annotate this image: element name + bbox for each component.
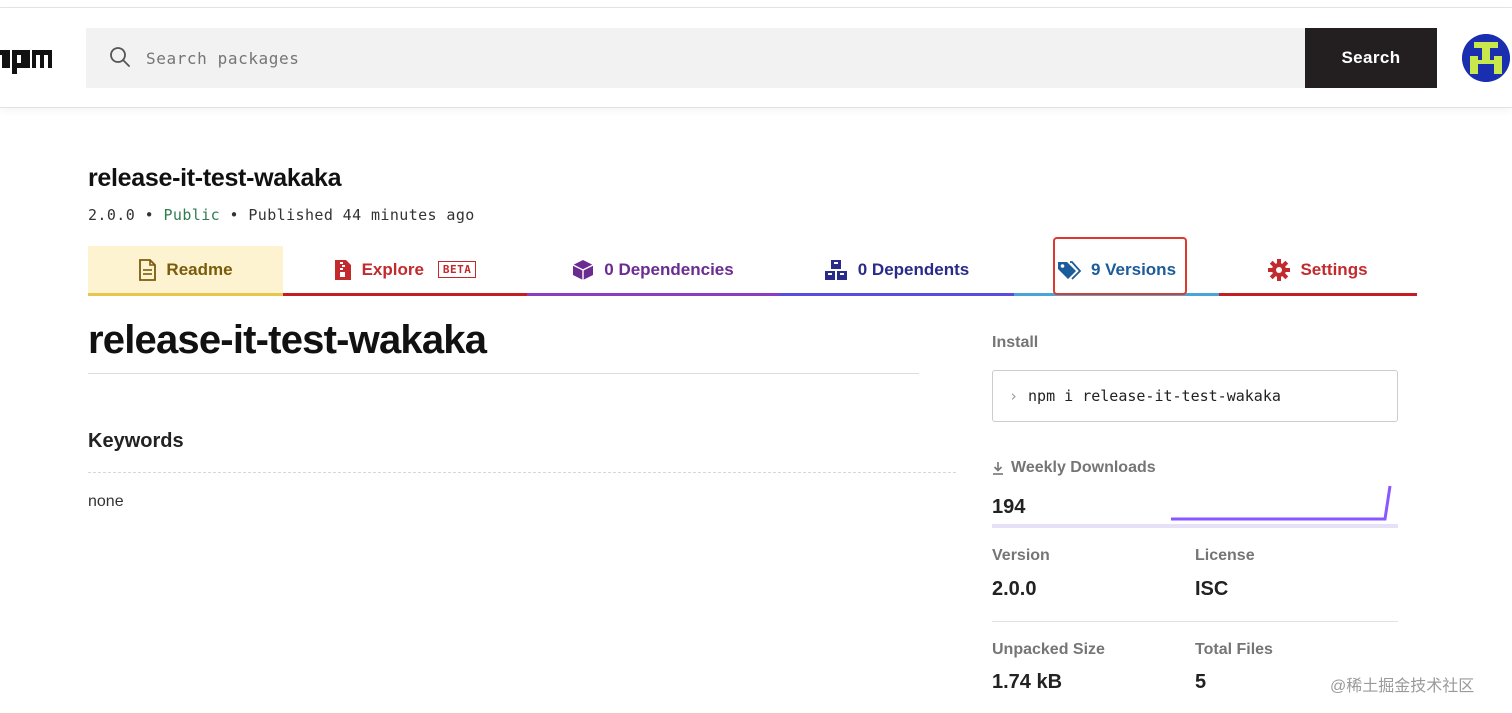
boxes-icon [824,259,847,280]
unpacked-size-value: 1.74 kB [992,671,1063,693]
terminal-prompt-icon: › [1009,387,1019,405]
user-avatar[interactable] [1462,34,1510,82]
package-version: 2.0.0 [88,206,136,224]
tab-readme[interactable]: Readme [88,246,283,296]
keywords-value: none [88,493,124,510]
total-files-label: Total Files [1195,641,1273,658]
watermark: @稀土掘金技术社区 [1330,678,1475,695]
zip-file-icon [334,259,351,280]
tab-versions[interactable]: 9 Versions [1014,246,1219,296]
sidebar-divider [992,621,1398,622]
keywords-heading: Keywords [88,430,184,452]
search-box [86,28,1305,88]
npm-logo[interactable] [0,44,52,74]
meta-separator: • [229,206,239,224]
package-tabs: Readme Explore BETA 0 Dependencies 0 Dep… [88,246,1417,298]
tab-dependencies[interactable]: 0 Dependencies [527,246,779,296]
readme-divider [88,373,919,374]
install-label: Install [992,334,1039,351]
beta-badge: BETA [437,261,477,278]
tab-label: Explore [361,259,424,279]
box-icon [572,259,594,280]
version-label: Version [992,547,1050,564]
weekly-downloads-value: 194 [992,496,1026,518]
search-input[interactable] [146,38,1286,78]
total-files-value: 5 [1195,671,1207,693]
site-header: Search [0,8,1512,108]
package-visibility: Public [163,206,221,224]
version-value: 2.0.0 [992,578,1037,600]
tab-label: 0 Dependents [857,259,970,279]
tab-label: Settings [1300,259,1368,279]
install-command: npm i release-it-test-wakaka [1028,387,1281,405]
tab-label: 0 Dependencies [604,259,734,279]
download-icon [993,462,1003,475]
gear-icon [1268,258,1291,281]
tab-settings[interactable]: Settings [1219,246,1417,296]
search-icon [110,47,130,67]
package-meta: 2.0.0 • Public • Published 44 minutes ag… [88,206,475,224]
tab-dependents[interactable]: 0 Dependents [779,246,1014,296]
tab-explore[interactable]: Explore BETA [283,246,527,296]
document-icon [139,258,157,281]
weekly-downloads-label: Weekly Downloads [992,459,1156,477]
unpacked-size-label: Unpacked Size [992,641,1105,658]
meta-separator: • [144,206,155,224]
tab-label: Readme [166,259,233,279]
package-published: Published 44 minutes ago [248,206,475,224]
tags-icon [1057,260,1081,280]
readme-title: release-it-test-wakaka [88,318,487,362]
tab-label: 9 Versions [1090,259,1177,279]
install-command-box[interactable]: › npm i release-it-test-wakaka [992,370,1398,422]
package-name: release-it-test-wakaka [88,164,342,192]
search-button[interactable]: Search [1305,28,1437,88]
license-label: License [1195,547,1255,564]
weekly-downloads-label-text: Weekly Downloads [1011,459,1156,476]
keywords-divider [88,472,956,473]
license-value: ISC [1195,578,1229,600]
downloads-sparkline [992,485,1398,528]
